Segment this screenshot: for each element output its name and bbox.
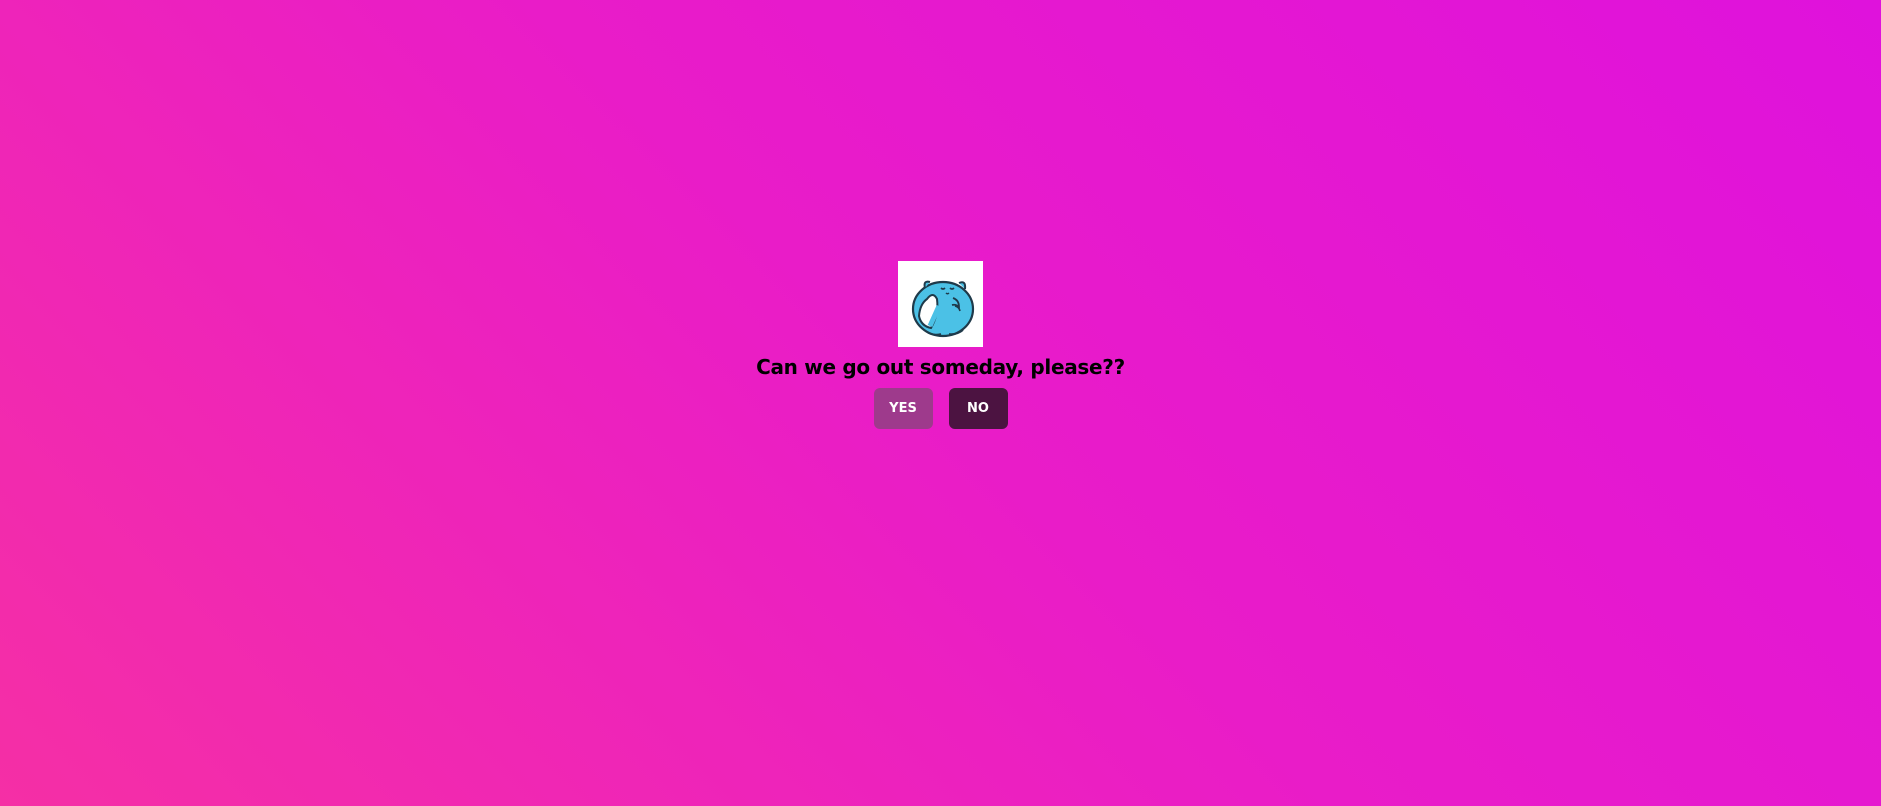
blue-cat-hiding-face-icon	[911, 280, 974, 338]
no-button[interactable]: NO	[948, 388, 1008, 429]
yes-button[interactable]: YES	[873, 388, 933, 429]
question-heading: Can we go out someday, please??	[756, 355, 1125, 379]
mascot-image	[898, 261, 983, 347]
answer-buttons: YES NO	[873, 388, 1008, 429]
proposal-card: Can we go out someday, please?? YES NO	[0, 261, 1881, 429]
